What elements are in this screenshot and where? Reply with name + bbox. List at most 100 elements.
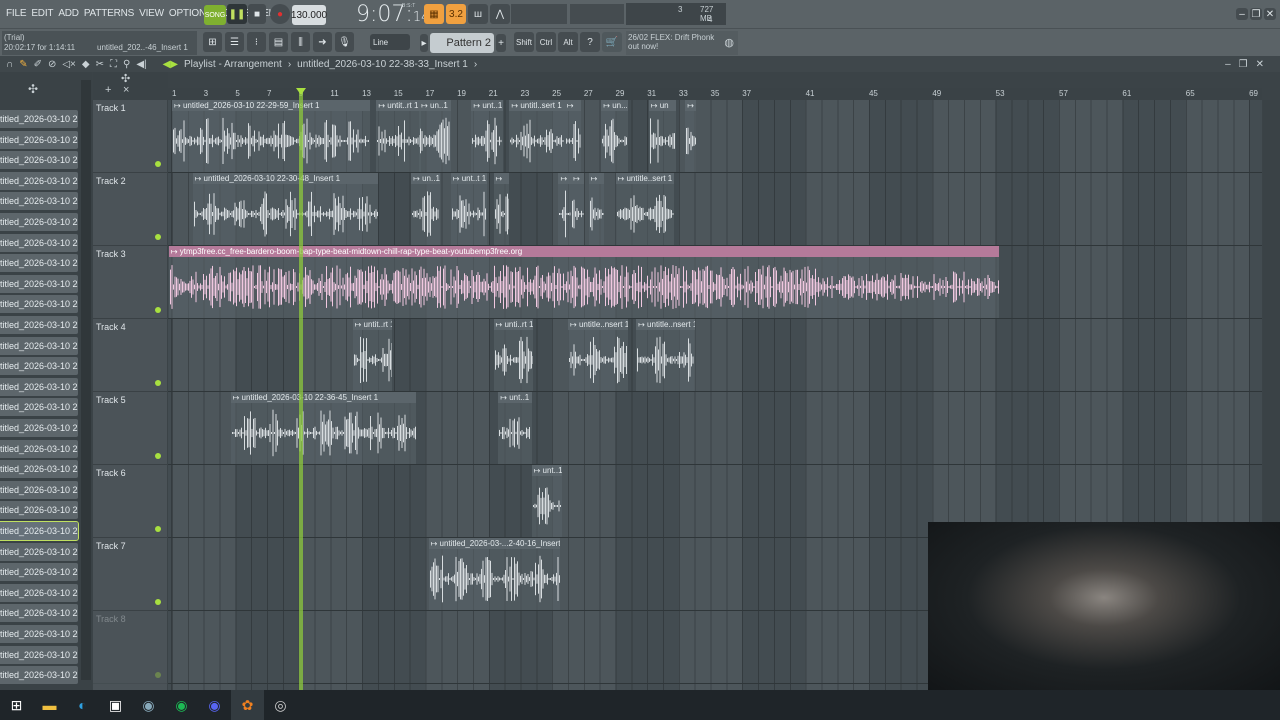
audio-clip[interactable]: ↦ untitle..nsert 1 [636,319,695,391]
track-header[interactable]: Track 7 [93,538,167,611]
audio-clip[interactable]: ↦ un..1 [419,100,451,172]
pattern-select[interactable]: Pattern 2 [430,33,494,53]
clip-label[interactable]: ↦ un... [601,100,629,111]
pause-button[interactable]: ❚❚ [227,4,247,24]
audio-clip[interactable]: ↦ untitled_2026-03-10 22-29-59_Insert 1 [172,100,370,172]
track-header[interactable]: Track 3 [93,246,167,319]
browser-item[interactable]: titled_2026-03-10 22-... [0,336,78,355]
delete-icon[interactable]: ⊘ [48,59,56,70]
browser-item[interactable]: titled_2026-03-10 22-... [0,480,78,499]
add-track-icon[interactable]: + [105,84,111,96]
clip-label[interactable]: ↦ [588,173,605,184]
browser-item[interactable]: titled_2026-03-10 22-... [0,398,78,417]
menu-view[interactable]: VIEW [139,8,164,19]
track-enable-led[interactable] [155,234,161,240]
track-header[interactable]: Track 1 [93,100,167,173]
track-header[interactable]: Track 2 [93,173,167,246]
audio-clip[interactable]: ↦ untitl..sert 1 [509,100,565,172]
clip-label[interactable]: ↦ [571,173,584,184]
track-enable-led[interactable] [155,161,161,167]
time-unit-label[interactable]: B:S:T [402,3,416,9]
browser-item[interactable]: titled_2026-03-10 22-... [0,192,78,211]
channel-rack-icon[interactable]: ☰ [225,32,244,52]
clip-label[interactable]: ↦ untit..rt 1 [352,319,393,330]
audio-clip[interactable]: ↦ un [648,100,676,172]
mute-icon[interactable]: ◁× [62,59,76,70]
browser-item[interactable]: titled_2026-03-10 22-... [0,274,78,293]
browser-item[interactable]: titled_2026-03-10 22-... [0,542,78,561]
track-header[interactable]: Track 5 [93,392,167,465]
clip-label[interactable]: ↦ [564,100,581,111]
browser-item[interactable]: titled_2026-03-10 22-... [0,316,78,334]
clip-label[interactable]: ↦ un [648,100,676,111]
wait-input-icon[interactable]: ⋀ [490,4,510,24]
playhead-marker-icon[interactable] [296,88,306,95]
clip-label[interactable]: ↦ [493,173,510,184]
audio-clip[interactable]: ↦ [588,173,605,245]
snap-select[interactable]: Line [370,34,410,50]
browser-item[interactable]: titled_2026-03-10 22-... [0,460,78,479]
track-header[interactable]: Track 8 [93,611,167,684]
stop-button[interactable]: ■ [248,4,266,24]
audio-clip[interactable]: ↦ un..1 [411,173,440,245]
clip-label[interactable]: ↦ untitle..sert 1 [615,173,675,184]
track-enable-led[interactable] [155,307,161,313]
track-lane[interactable] [168,319,1262,392]
arrow-icon[interactable]: ➜ [313,32,332,52]
audio-clip[interactable]: ↦ untitled_2026-03-10 22-30-48_Insert 1 [192,173,378,245]
pattern-prev[interactable]: ▸ [420,34,428,52]
playlist-window-controls[interactable]: –❐✕ [1225,59,1272,70]
master-volume[interactable] [570,4,624,24]
browser-item[interactable]: titled_2026-03-10 22-... [0,233,78,252]
windows-start-icon[interactable]: ⊞ [0,690,33,720]
fl-studio-icon[interactable]: ✿ [231,690,264,720]
audio-clip[interactable]: ↦ untit..rt 1 [376,100,421,172]
audio-clip[interactable]: ↦ [685,100,697,172]
shift-button[interactable]: Shift [514,32,534,52]
clip-label[interactable]: ↦ un..1 [411,173,440,184]
browser-item[interactable]: titled_2026-03-10 22-... [0,295,78,314]
audio-clip[interactable]: ↦ untitled_2026-03-...2-40-16_Insert 1 [428,538,561,610]
clip-label[interactable]: ↦ ytmp3free.cc_free-bardero-boom-bap-typ… [168,246,999,257]
discord-icon[interactable]: ◉ [198,690,231,720]
browser-item[interactable]: titled_2026-03-10 22-... [0,666,78,685]
clip-label[interactable]: ↦ untitled_2026-03-10 22-29-59_Insert 1 [172,100,370,111]
clip-label[interactable]: ↦ untitle..nsert 1 [568,319,629,330]
audio-clip[interactable]: ↦ unt..t 1 [450,173,488,245]
browser-item[interactable]: titled_2026-03-10 22-... [0,583,78,602]
browser-item[interactable]: titled_2026-03-10 22-... [0,130,78,149]
clip-label[interactable]: ↦ un..1 [419,100,451,111]
track-enable-led[interactable] [155,380,161,386]
clip-label[interactable]: ↦ untitled_2026-03-...2-40-16_Insert 1 [428,538,561,549]
obs-icon[interactable]: ◎ [264,690,297,720]
alt-button[interactable]: Alt [558,32,578,52]
timeline-ruler[interactable]: 1357911131517192123252729313335374145495… [168,88,1262,100]
audio-clip[interactable]: ↦ unt..1 [471,100,504,172]
browser-item[interactable]: titled_2026-03-10 22-... [0,439,78,458]
ms-store-icon[interactable]: ▣ [99,690,132,720]
browser-item[interactable]: titled_2026-03-10 22-... [0,110,78,128]
audio-clip[interactable]: ↦ [564,100,581,172]
menu-file[interactable]: FILE [6,8,27,19]
track-header[interactable]: Track 6 [93,465,167,538]
record-button[interactable]: ● [270,4,290,24]
clip-label[interactable]: ↦ untitled_2026-03-10 22-30-48_Insert 1 [192,173,378,184]
close-x-icon[interactable]: × [123,84,129,96]
audio-clip[interactable]: ↦ untitle..nsert 1 [568,319,629,391]
song-mode-toggle[interactable]: SONG [204,5,226,25]
clip-label[interactable]: ↦ untitled_2026-03-10 22-36-45_Insert 1 [230,392,416,403]
clip-label[interactable]: ↦ unt..1 [471,100,504,111]
minimize-button[interactable]: – [1236,8,1248,20]
track-enable-led[interactable] [155,526,161,532]
audio-clip[interactable]: ↦ un... [601,100,629,172]
steam-icon[interactable]: ◉ [132,690,165,720]
clip-label[interactable]: ↦ unt..1 [531,465,562,476]
waveform-tool-icon[interactable]: ✣ [121,72,130,85]
audio-clip[interactable]: ↦ [571,173,584,245]
pencil-icon[interactable]: ✎ [19,59,27,70]
browser-scrollbar[interactable] [81,80,91,680]
browser-item[interactable]: titled_2026-03-10 22-... [0,604,78,623]
edge-icon[interactable]: ◐ [66,690,99,720]
browser-item[interactable]: titled_2026-03-10 22-... [0,625,78,643]
microphone-icon[interactable]: 🎙 [335,32,354,52]
